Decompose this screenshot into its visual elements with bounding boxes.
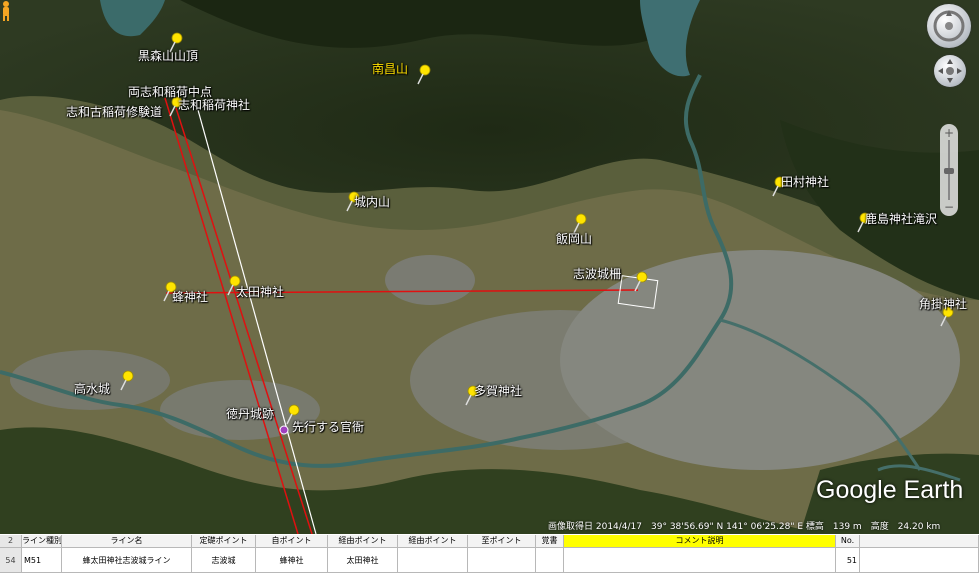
placemark-label[interactable]: 城内山	[354, 195, 390, 209]
data-cell[interactable]	[468, 548, 536, 573]
data-cell-empty[interactable]	[860, 548, 979, 573]
data-cell[interactable]: 蜂太田神社志波城ライン	[62, 548, 192, 573]
compass-icon[interactable]	[927, 4, 971, 48]
placemark-label[interactable]: 先行する官衙	[292, 420, 364, 434]
placemark-label[interactable]: 黒森山山頂	[138, 49, 198, 63]
pushpin-icon[interactable]	[117, 370, 137, 392]
placemark-label[interactable]: 志和古稲荷修験道	[66, 105, 162, 119]
satellite-imagery	[0, 0, 979, 534]
data-cell[interactable]: 太田神社	[328, 548, 398, 573]
zoom-in-button[interactable]: +	[940, 126, 958, 140]
data-cell[interactable]: 蜂神社	[256, 548, 328, 573]
placemark-label[interactable]: 南昌山	[372, 62, 408, 76]
header-cell[interactable]: コメント説明	[564, 535, 836, 548]
placemark-label[interactable]: 徳丹城跡	[226, 407, 274, 421]
data-cell[interactable]: M51	[22, 548, 62, 573]
pushpin-icon[interactable]	[631, 271, 651, 293]
header-cell[interactable]: 経由ポイント	[398, 535, 468, 548]
spreadsheet-strip: 2 54 ライン種別 ライン名 定礎ポイント 自ポイント 経由ポイント 経由ポイ…	[0, 534, 979, 573]
pegman-icon[interactable]	[0, 0, 12, 22]
row-number[interactable]: 2	[0, 535, 22, 548]
data-cell[interactable]	[398, 548, 468, 573]
row-number[interactable]: 54	[0, 548, 22, 573]
data-cell[interactable]: 志波城	[192, 548, 256, 573]
header-cell[interactable]: No.	[836, 535, 860, 548]
placemark-label[interactable]: 多賀神社	[474, 384, 522, 398]
header-cell[interactable]: ライン種別	[22, 535, 62, 548]
header-cell[interactable]: 定礎ポイント	[192, 535, 256, 548]
google-earth-logo: Google Earth	[816, 476, 964, 504]
placemark-label[interactable]: 志波城柵	[573, 267, 621, 281]
zoom-out-button[interactable]: −	[940, 200, 958, 214]
header-cell[interactable]: 覚書	[536, 535, 564, 548]
data-cell[interactable]: 51	[836, 548, 860, 573]
placemark-label[interactable]: 両志和稲荷中点	[128, 85, 212, 99]
placemark-label[interactable]: 田村神社	[781, 175, 829, 189]
header-cell[interactable]: 自ポイント	[256, 535, 328, 548]
placemark-label[interactable]: 蜂神社	[172, 290, 208, 304]
header-cell[interactable]: 経由ポイント	[328, 535, 398, 548]
placemark-label[interactable]: 高水城	[74, 382, 110, 396]
placemark-label[interactable]: 飯岡山	[556, 232, 592, 246]
placemark-label[interactable]: 鹿島神社滝沢	[865, 212, 937, 226]
header-cell[interactable]: ライン名	[62, 535, 192, 548]
placemark-label[interactable]: 志和稲荷神社	[178, 98, 250, 112]
placemark-label[interactable]: 角掛神社	[919, 297, 967, 311]
header-cell[interactable]: 至ポイント	[468, 535, 536, 548]
header-cell-empty[interactable]	[860, 535, 979, 548]
zoom-slider[interactable]: + −	[940, 124, 958, 216]
placemark-label[interactable]: 太田神社	[236, 285, 284, 299]
status-bar: 画像取得日 2014/4/17 39° 38'56.69" N 141° 06'…	[548, 522, 941, 532]
pushpin-icon[interactable]	[414, 64, 434, 86]
zoom-thumb[interactable]	[944, 168, 954, 174]
data-cell[interactable]	[564, 548, 836, 573]
look-joystick-icon[interactable]	[934, 55, 966, 87]
data-cell[interactable]	[536, 548, 564, 573]
map-view[interactable]: 黒森山山頂 両志和稲荷中点 志和稲荷神社 志和古稲荷修験道 南昌山 城内山 飯岡…	[0, 0, 979, 534]
